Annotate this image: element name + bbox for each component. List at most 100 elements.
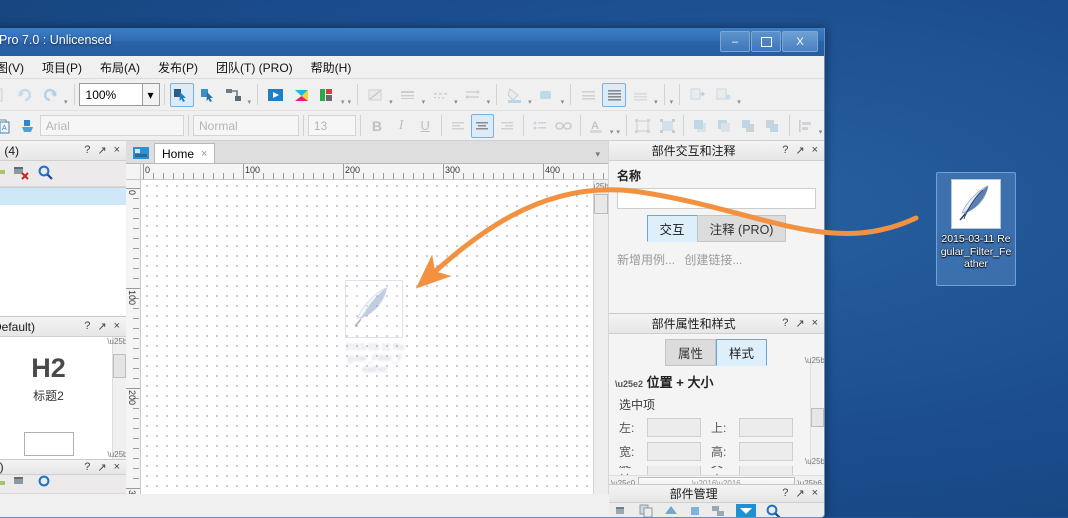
tab-interactions[interactable]: 交互 [647, 215, 698, 242]
design-canvas[interactable]: 2015-03-11 Regular_Filter_Feather [141, 180, 593, 494]
close-icon[interactable]: × [114, 461, 120, 474]
float-icon[interactable]: ↗ [97, 144, 106, 157]
add-page-icon[interactable] [0, 165, 6, 182]
line-width-caret[interactable]: ▾ [422, 98, 426, 106]
help-icon[interactable]: ? [782, 144, 788, 157]
ungroup-icon[interactable] [711, 83, 735, 107]
move-down-icon[interactable] [687, 504, 703, 518]
fill-color-caret[interactable]: ▾ [528, 98, 532, 106]
redo-icon[interactable] [38, 83, 62, 107]
font-style-select[interactable]: Normal [193, 115, 299, 136]
help-icon[interactable]: ? [782, 487, 788, 500]
align-top-icon[interactable] [576, 83, 600, 107]
arrow-style-icon[interactable] [461, 83, 485, 107]
properties-vertical-scrollbar[interactable]: \u25b2 \u25bc [810, 356, 823, 466]
create-link-link[interactable]: 创建链接... [684, 253, 742, 267]
properties-horizontal-scrollbar[interactable]: \u25c0 \u2016\u2016 \u25b6 [609, 475, 824, 484]
group-widgets-icon[interactable] [711, 504, 727, 518]
add-master-icon[interactable] [0, 476, 6, 493]
scroll-up-icon[interactable]: \u25b2 [805, 356, 824, 365]
desktop-icon-feather-file[interactable]: 2015-03-11 Regular_Filter_Feather [936, 172, 1016, 286]
line-dash-icon[interactable] [428, 83, 452, 107]
scroll-down-icon[interactable]: \u25bc [107, 450, 126, 459]
move-up-icon[interactable] [663, 504, 679, 518]
preview-icon[interactable] [263, 83, 287, 107]
scroll-thumb[interactable]: \u2016\u2016 [638, 477, 795, 485]
widget-item-box[interactable] [24, 432, 74, 456]
undo-icon[interactable] [12, 83, 36, 107]
close-icon[interactable]: × [114, 320, 120, 333]
maximize-button[interactable] [751, 31, 781, 52]
toolbar-overflow-1[interactable]: ▾ [64, 98, 68, 106]
canvas-vertical-scrollbar[interactable]: \u25b2 [593, 180, 608, 494]
point-connector-icon[interactable] [222, 83, 246, 107]
lock-selection-icon[interactable] [656, 114, 678, 138]
search-icon[interactable] [37, 165, 54, 183]
help-icon[interactable]: ? [84, 320, 90, 333]
help-icon[interactable]: ? [84, 144, 90, 157]
collapse-caret-icon[interactable]: \u25e2 [615, 379, 643, 389]
left-field-input[interactable] [647, 418, 701, 437]
line-style-caret[interactable]: ▾ [389, 98, 393, 106]
fit-selection-icon[interactable] [632, 114, 654, 138]
bullet-list-icon[interactable] [529, 114, 551, 138]
top-field-input[interactable] [739, 418, 793, 437]
tab-properties[interactable]: 属性 [665, 339, 716, 366]
tab-close-icon[interactable]: × [201, 148, 207, 160]
line-width-icon[interactable] [396, 83, 420, 107]
generate-html-icon[interactable] [315, 83, 339, 107]
line-style-icon[interactable] [363, 83, 387, 107]
help-icon[interactable]: ? [84, 461, 90, 474]
zoom-input[interactable]: 100% [79, 83, 143, 106]
font-color-caret[interactable]: ▾ [610, 128, 614, 136]
toolbar-overflow-4[interactable]: ▾ [654, 98, 658, 106]
align-right-icon[interactable] [496, 114, 518, 138]
line-dash-caret[interactable]: ▾ [454, 98, 458, 106]
duplicate-widget-icon[interactable] [639, 504, 655, 518]
format-painter-page-icon[interactable]: A [0, 114, 15, 138]
group-icon[interactable] [685, 83, 709, 107]
pages-list[interactable] [0, 187, 126, 316]
text-field-input[interactable] [739, 466, 793, 475]
pages-list-item-selected[interactable] [0, 188, 126, 205]
close-icon[interactable]: × [812, 144, 818, 157]
toolbar-overflow-2[interactable]: ▾ [248, 98, 252, 106]
menu-item-project[interactable]: 项目(P) [33, 57, 91, 78]
close-icon[interactable]: × [812, 487, 818, 500]
close-button[interactable]: X [782, 31, 818, 52]
scroll-thumb[interactable] [811, 408, 824, 427]
rotation-field-input[interactable] [647, 466, 701, 475]
align-center-icon[interactable] [471, 114, 493, 138]
scroll-up-icon[interactable]: \u25b2 [107, 337, 126, 346]
widget-item-h2[interactable]: H2 标题2 [0, 337, 112, 459]
menu-item-view[interactable]: 图(V) [0, 57, 33, 78]
arrow-style-caret[interactable]: ▾ [487, 98, 491, 106]
float-icon[interactable]: ↗ [97, 461, 106, 474]
position-size-section[interactable]: \u25e2 位置 + 大小 [615, 372, 824, 391]
widget-name-input[interactable] [617, 188, 816, 209]
minimize-button[interactable]: – [720, 31, 750, 52]
connector-tool-icon[interactable] [196, 83, 220, 107]
bold-button[interactable]: B [366, 114, 388, 138]
close-icon[interactable]: × [114, 144, 120, 157]
align-objects-icon[interactable] [795, 114, 817, 138]
font-family-select[interactable]: Arial [40, 115, 184, 136]
bring-to-front-icon[interactable] [689, 114, 711, 138]
link-icon[interactable] [553, 114, 575, 138]
scroll-down-icon[interactable]: \u25bc [805, 457, 824, 466]
new-widget-icon[interactable] [615, 504, 631, 518]
font-color-icon[interactable]: A [586, 114, 608, 138]
add-case-link[interactable]: 新增用例... [617, 253, 675, 267]
search-master-icon[interactable] [37, 475, 54, 493]
format-overflow-1[interactable]: ▾ [616, 128, 620, 136]
height-field-input[interactable] [739, 442, 793, 461]
shadow-style-icon[interactable] [535, 83, 559, 107]
scroll-left-icon[interactable]: \u25c0 [611, 479, 635, 485]
align-middle-icon[interactable] [602, 83, 626, 107]
underline-button[interactable]: U [414, 114, 436, 138]
tab-home[interactable]: Home × [154, 143, 215, 163]
tab-notes[interactable]: 注释 (PRO) [697, 215, 787, 242]
float-icon[interactable]: ↗ [97, 320, 106, 333]
menu-item-layout[interactable]: 布局(A) [91, 57, 149, 78]
bring-forward-icon[interactable] [737, 114, 759, 138]
